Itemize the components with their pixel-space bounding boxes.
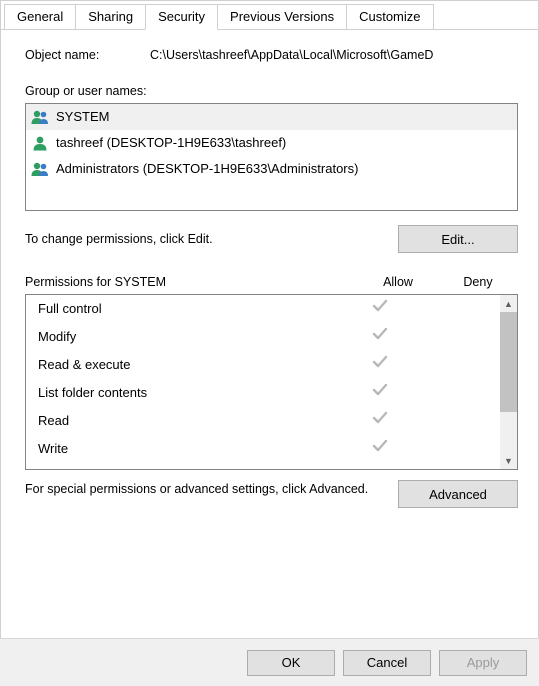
edit-button[interactable]: Edit... — [398, 225, 518, 253]
permission-allow — [340, 354, 420, 376]
advanced-button[interactable]: Advanced — [398, 480, 518, 508]
permission-name: Read & execute — [38, 354, 340, 376]
permissions-for-label: Permissions for SYSTEM — [25, 275, 358, 289]
permission-row: Write — [26, 435, 500, 463]
edit-row: To change permissions, click Edit. Edit.… — [25, 225, 518, 253]
permission-name: Read — [38, 410, 340, 432]
check-icon — [372, 439, 388, 453]
principal-item[interactable]: Administrators (DESKTOP-1H9E633\Administ… — [26, 156, 517, 182]
user-icon — [30, 135, 50, 151]
permission-row: Read — [26, 407, 500, 435]
advanced-hint: For special permissions or advanced sett… — [25, 480, 398, 498]
permissions-list[interactable]: Full control Modify Read & execute List fol… — [26, 295, 500, 469]
tab-previous-versions[interactable]: Previous Versions — [217, 4, 347, 29]
object-name-value: C:\Users\tashreef\AppData\Local\Microsof… — [150, 48, 518, 62]
permission-allow — [340, 410, 420, 432]
permissions-header: Permissions for SYSTEM Allow Deny — [25, 275, 518, 289]
permission-name: List folder contents — [38, 382, 340, 404]
check-icon — [372, 299, 388, 313]
object-row: Object name: C:\Users\tashreef\AppData\L… — [25, 48, 518, 62]
tab-security[interactable]: Security — [145, 4, 218, 30]
permission-name: Write — [38, 438, 340, 460]
scroll-down-icon[interactable]: ▼ — [500, 452, 517, 469]
security-panel: Object name: C:\Users\tashreef\AppData\L… — [1, 30, 538, 518]
principal-name: Administrators (DESKTOP-1H9E633\Administ… — [56, 158, 358, 180]
permission-allow — [340, 382, 420, 404]
object-name-label: Object name: — [25, 48, 150, 62]
edit-hint: To change permissions, click Edit. — [25, 232, 213, 246]
permissions-box: Full control Modify Read & execute List fol… — [25, 294, 518, 470]
users-icon — [30, 109, 50, 125]
permission-allow — [340, 438, 420, 460]
dialog-footer: OK Cancel Apply — [0, 638, 539, 686]
permission-allow — [340, 326, 420, 348]
ok-button[interactable]: OK — [247, 650, 335, 676]
check-icon — [372, 383, 388, 397]
tab-strip: GeneralSharingSecurityPrevious VersionsC… — [1, 1, 538, 30]
permission-row: List folder contents — [26, 379, 500, 407]
permission-row: Modify — [26, 323, 500, 351]
tab-general[interactable]: General — [4, 4, 76, 29]
advanced-row: For special permissions or advanced sett… — [25, 480, 518, 508]
check-icon — [372, 355, 388, 369]
permission-row: Full control — [26, 295, 500, 323]
check-icon — [372, 327, 388, 341]
permission-row: Read & execute — [26, 351, 500, 379]
scroll-thumb[interactable] — [500, 312, 517, 412]
permission-allow — [340, 298, 420, 320]
permission-name: Modify — [38, 326, 340, 348]
scroll-track[interactable] — [500, 312, 517, 452]
principal-name: tashreef (DESKTOP-1H9E633\tashreef) — [56, 132, 286, 154]
deny-header: Deny — [438, 275, 518, 289]
users-icon — [30, 161, 50, 177]
principal-name: SYSTEM — [56, 106, 109, 128]
tab-customize[interactable]: Customize — [346, 4, 433, 29]
group-users-label: Group or user names: — [25, 84, 518, 98]
scrollbar[interactable]: ▲ ▼ — [500, 295, 517, 469]
principals-listbox[interactable]: SYSTEM tashreef (DESKTOP-1H9E633\tashreef… — [25, 103, 518, 211]
permission-name: Full control — [38, 298, 340, 320]
principal-item[interactable]: tashreef (DESKTOP-1H9E633\tashreef) — [26, 130, 517, 156]
cancel-button[interactable]: Cancel — [343, 650, 431, 676]
tab-sharing[interactable]: Sharing — [75, 4, 146, 29]
scroll-up-icon[interactable]: ▲ — [500, 295, 517, 312]
principal-item[interactable]: SYSTEM — [26, 104, 517, 130]
apply-button[interactable]: Apply — [439, 650, 527, 676]
allow-header: Allow — [358, 275, 438, 289]
check-icon — [372, 411, 388, 425]
